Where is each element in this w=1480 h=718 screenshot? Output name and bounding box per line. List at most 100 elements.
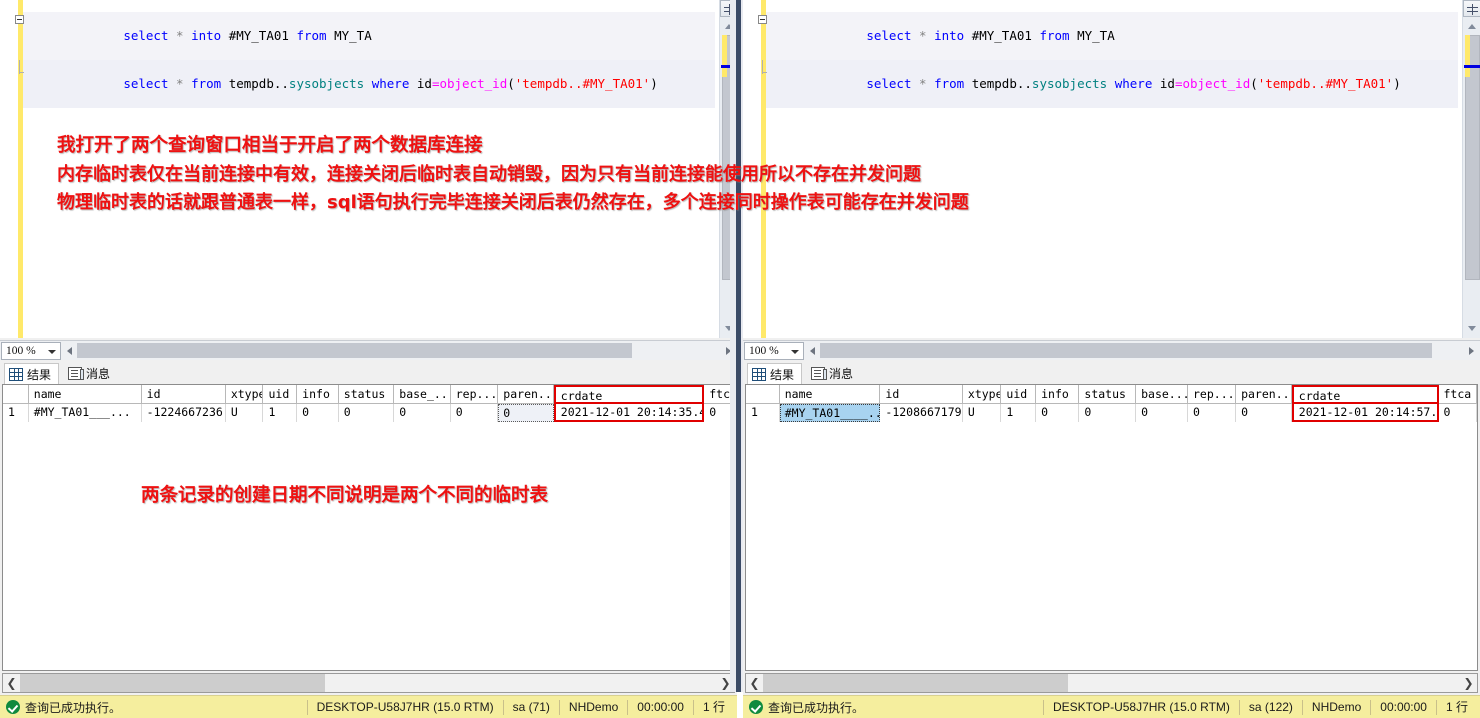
cell-uid[interactable]: 1 [1001,404,1037,422]
table-row[interactable]: 1 #MY_TA01____... -1208667179 U 1 0 0 0 … [746,404,1477,422]
grid-icon [9,367,23,381]
cell-crdate[interactable]: 2021-12-01 20:14:35.433 [553,404,705,422]
code-area-right[interactable]: select * into #MY_TA01 from MY_TA select… [758,12,1458,108]
hscroll-left-button[interactable] [61,342,77,360]
grid-header-rep[interactable]: rep... [1188,385,1237,404]
grid-header-id[interactable]: id [880,385,963,404]
zoom-level-select[interactable]: 100 % [744,341,804,360]
grid-hscroll-track[interactable] [20,674,717,692]
change-marker [722,35,727,77]
results-grid-left[interactable]: name id xtype uid info status base_... r… [2,384,735,671]
cell-status[interactable]: 0 [338,404,395,422]
grid-header-rep[interactable]: rep... [450,385,499,404]
grid-hscroll-left-button[interactable]: ❮ [746,674,763,692]
cell-rownum[interactable]: 1 [746,404,780,422]
cell-id[interactable]: -1208667179 [880,404,963,422]
cell-rep[interactable]: 0 [450,404,499,422]
tab-messages-label: 消息 [86,367,111,381]
window-divider[interactable] [730,0,744,692]
hscroll-right-button[interactable] [1464,342,1480,360]
kw-select: select [123,28,169,43]
cell-ftcat[interactable]: 0 [1438,404,1477,422]
cell-xtype[interactable]: U [962,404,1002,422]
grid-hscroll-right[interactable]: ❮ ❯ [745,673,1478,693]
grid-header-rownum[interactable] [746,385,780,404]
grid-header-parent[interactable]: paren... [498,385,554,404]
editor-zoom-and-hscroll-right[interactable]: 100 % [743,340,1480,360]
editor-zoom-and-hscroll-left[interactable]: 100 % [0,340,737,360]
tab-results[interactable]: 结果 [4,363,60,384]
hscroll-thumb[interactable] [77,343,632,358]
grid-hscroll-thumb[interactable] [20,674,325,692]
results-tabstrip-right[interactable]: 结果 消息 [743,362,1480,384]
collapse-icon[interactable] [758,15,767,24]
grid-hscroll-left-button[interactable]: ❮ [3,674,20,692]
hscroll-left-button[interactable] [804,342,820,360]
cell-name[interactable]: #MY_TA01____... [779,404,881,422]
grid-header-crdate[interactable]: crdate [1291,385,1439,404]
string-literal: 'tempdb..#MY_TA01' [1257,76,1394,91]
grid-hscroll-thumb[interactable] [763,674,1068,692]
cell-id[interactable]: -1224667236 [141,404,226,422]
editor-vertical-scrollbar-right[interactable] [1462,0,1480,338]
cell-uid[interactable]: 1 [263,404,298,422]
code-line-2[interactable]: select * from tempdb..sysobjects where i… [762,60,1458,108]
grid-hscroll-left[interactable]: ❮ ❯ [2,673,735,693]
hscroll-track[interactable] [77,343,721,358]
sql-editor-right[interactable]: select * into #MY_TA01 from MY_TA select… [743,0,1480,338]
grid-header-status[interactable]: status [1079,385,1137,404]
table-row[interactable]: 1 #MY_TA01___... -1224667236 U 1 0 0 0 0… [3,404,734,422]
grid-header-uid[interactable]: uid [263,385,298,404]
zoom-level-select[interactable]: 100 % [1,341,61,360]
code-line-1[interactable]: select * into #MY_TA01 from MY_TA [15,12,715,60]
cell-rep[interactable]: 0 [1188,404,1237,422]
code-area-left[interactable]: select * into #MY_TA01 from MY_TA select… [15,12,715,108]
cell-status[interactable]: 0 [1079,404,1137,422]
grid-header-rownum[interactable] [3,385,29,404]
hscroll-track[interactable] [820,343,1464,358]
scroll-up-button[interactable] [1464,18,1480,34]
grid-header-info[interactable]: info [297,385,339,404]
grid-header-base[interactable]: base_... [394,385,451,404]
results-tabstrip-left[interactable]: 结果 消息 [0,362,737,384]
grid-header-xtype[interactable]: xtype [962,385,1002,404]
scroll-down-button[interactable] [1464,320,1480,336]
code-line-1[interactable]: select * into #MY_TA01 from MY_TA [758,12,1458,60]
grid-header-info[interactable]: info [1036,385,1080,404]
grid-header-status[interactable]: status [338,385,395,404]
grid-hscroll-track[interactable] [763,674,1460,692]
split-pane-button[interactable] [1463,0,1480,17]
cell-base[interactable]: 0 [1136,404,1188,422]
cell-name[interactable]: #MY_TA01___... [28,404,142,422]
cell-xtype[interactable]: U [225,404,264,422]
grid-header-crdate[interactable]: crdate [553,385,705,404]
grid-header-id[interactable]: id [141,385,226,404]
cell-rownum[interactable]: 1 [3,404,29,422]
grid-header-name[interactable]: name [779,385,881,404]
tab-messages[interactable]: 消息 [807,363,860,384]
grid-header-name[interactable]: name [28,385,142,404]
code-line-2[interactable]: select * from tempdb..sysobjects where i… [19,60,715,108]
grid-header-parent[interactable]: paren... [1236,385,1292,404]
editor-surface-left[interactable]: select * into #MY_TA01 from MY_TA select… [0,0,719,338]
grid-header-xtype[interactable]: xtype [225,385,264,404]
results-grid-right[interactable]: name id xtype uid info status base... re… [745,384,1478,671]
cell-parent[interactable]: 0 [1236,404,1292,422]
cell-crdate[interactable]: 2021-12-01 20:14:57.610 [1291,404,1439,422]
tab-results[interactable]: 结果 [747,363,803,384]
grid-header-base[interactable]: base... [1136,385,1188,404]
grid-header-uid[interactable]: uid [1001,385,1037,404]
collapse-icon[interactable] [15,15,24,24]
cell-parent[interactable]: 0 [498,404,554,422]
grid-hscroll-right-button[interactable]: ❯ [1460,674,1477,692]
editor-surface-right[interactable]: select * into #MY_TA01 from MY_TA select… [743,0,1462,338]
cell-base[interactable]: 0 [394,404,451,422]
tab-messages[interactable]: 消息 [64,363,117,384]
cell-info[interactable]: 0 [297,404,339,422]
app-root: select * into #MY_TA01 from MY_TA select… [0,0,1480,718]
grid-header-ftcat[interactable]: ftca [1438,385,1477,404]
cell-info[interactable]: 0 [1036,404,1080,422]
sql-editor-left[interactable]: select * into #MY_TA01 from MY_TA select… [0,0,737,338]
hscroll-thumb[interactable] [820,343,1432,358]
sysobjects-table: sysobjects [288,76,365,91]
